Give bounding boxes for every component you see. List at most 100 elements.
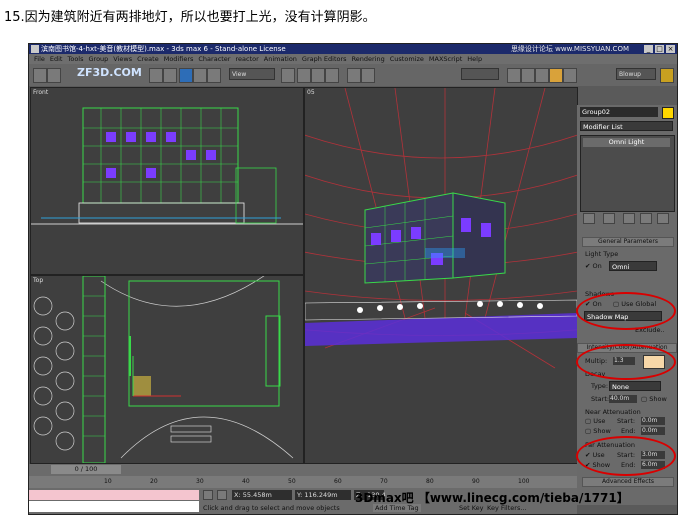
- reference-coord-dropdown[interactable]: View: [229, 68, 275, 80]
- general-parameters-rollout[interactable]: General Parameters: [582, 237, 674, 247]
- track-tick-label: 90: [472, 478, 480, 485]
- lock-icon[interactable]: [203, 490, 213, 500]
- menu-views[interactable]: Views: [113, 54, 132, 64]
- light-on-checkbox[interactable]: ✔ On: [585, 262, 602, 270]
- close-button[interactable]: ×: [666, 45, 675, 53]
- rotate-icon[interactable]: [193, 68, 207, 83]
- near-attenuation-label: Near Attenuation: [585, 408, 641, 416]
- teapot-render-icon[interactable]: [660, 68, 674, 83]
- track-tick-label: 10: [104, 478, 112, 485]
- tutorial-caption: 15.因为建筑附近有两排地灯，所以也要打上光，没有计算阴影。: [4, 10, 376, 25]
- near-end-input[interactable]: 0.0m: [641, 427, 665, 435]
- redo-icon[interactable]: [47, 68, 61, 83]
- absolute-mode-icon[interactable]: [217, 490, 227, 500]
- menu-customize[interactable]: Customize: [390, 54, 424, 64]
- highlight-ring-shadows: [576, 292, 676, 330]
- menu-help[interactable]: Help: [467, 54, 482, 64]
- make-unique-icon[interactable]: [623, 213, 635, 224]
- decay-start-label: Start:: [591, 395, 610, 403]
- light-type-dropdown[interactable]: Omni: [609, 261, 657, 271]
- object-color-swatch[interactable]: [662, 107, 674, 119]
- pin-stack-icon[interactable]: [583, 213, 595, 224]
- select-region-icon[interactable]: [163, 68, 177, 83]
- quick-render-icon[interactable]: [549, 68, 563, 83]
- menu-edit[interactable]: Edit: [50, 54, 63, 64]
- front-view-drawing: [31, 107, 303, 225]
- y-coordinate[interactable]: Y: 116.249m: [295, 490, 351, 500]
- menu-maxscript[interactable]: MAXScript: [429, 54, 462, 64]
- site-watermark: 思缘设计论坛 www.MISSYUAN.COM: [510, 45, 629, 53]
- maximize-button[interactable]: □: [655, 45, 664, 53]
- title-bar: 滨南图书馆-4-hxt-美音(教材模型).max - 3ds max 6 - S…: [29, 44, 677, 54]
- menu-create[interactable]: Create: [137, 54, 159, 64]
- x-label: X:: [234, 491, 241, 499]
- bottom-watermark: 3Dmax吧 【www.linecg.com/tieba/1771】: [355, 491, 629, 505]
- app-icon: [31, 45, 39, 53]
- align-icon[interactable]: [361, 68, 375, 83]
- near-use-checkbox[interactable]: ▢ Use: [585, 417, 605, 425]
- near-start-input[interactable]: 0.0m: [641, 417, 665, 425]
- undo-icon[interactable]: [33, 68, 47, 83]
- scale-icon[interactable]: [207, 68, 221, 83]
- named-selection-dropdown[interactable]: [461, 68, 499, 80]
- material-editor-icon[interactable]: [521, 68, 535, 83]
- viewport-front[interactable]: Front: [30, 87, 304, 275]
- render-type-icon[interactable]: [563, 68, 577, 83]
- highlight-ring-far-attenuation: [576, 436, 676, 476]
- modifier-list-dropdown[interactable]: Modifier List: [580, 121, 673, 131]
- near-end-label: End:: [621, 427, 636, 435]
- track-tick-label: 60: [334, 478, 342, 485]
- curve-editor-icon[interactable]: [507, 68, 521, 83]
- configure-sets-icon[interactable]: [657, 213, 669, 224]
- decay-type-label: Type:: [591, 382, 609, 390]
- track-tick-label: 100: [518, 478, 530, 485]
- menu-group[interactable]: Group: [89, 54, 109, 64]
- move-icon[interactable]: [179, 68, 193, 83]
- track-bar[interactable]: 10 20 30 40 50 60 70 80 90 100: [29, 476, 577, 488]
- advanced-effects-rollout[interactable]: Advanced Effects: [582, 477, 674, 487]
- percent-snap-icon[interactable]: [325, 68, 339, 83]
- time-slider[interactable]: 0 / 100: [51, 465, 121, 474]
- menu-animation[interactable]: Animation: [264, 54, 297, 64]
- render-type-dropdown[interactable]: Blowup: [616, 68, 656, 80]
- remove-modifier-icon[interactable]: [640, 213, 652, 224]
- pivot-icon[interactable]: [281, 68, 295, 83]
- minimize-button[interactable]: _: [644, 45, 653, 53]
- near-show-checkbox[interactable]: ▢ Show: [585, 427, 611, 435]
- maxscript-input[interactable]: [29, 501, 199, 512]
- decay-show-checkbox[interactable]: ▢ Show: [641, 395, 667, 403]
- object-name-field[interactable]: Group02: [580, 107, 658, 117]
- track-tick-label: 80: [426, 478, 434, 485]
- decay-start-input[interactable]: 40.0m: [609, 395, 637, 403]
- stack-item-omni-light[interactable]: Omni Light: [583, 138, 670, 147]
- light-type-label: Light Type: [585, 250, 619, 258]
- maxscript-listener-bar[interactable]: [29, 490, 199, 500]
- menu-file[interactable]: File: [34, 54, 45, 64]
- menu-rendering[interactable]: Rendering: [352, 54, 385, 64]
- zf3d-logo: ZF3D.COM: [77, 66, 142, 79]
- menu-modifiers[interactable]: Modifiers: [164, 54, 194, 64]
- y-label: Y:: [297, 491, 303, 499]
- near-show-label: Show: [593, 427, 611, 435]
- status-prompt: Click and drag to select and move object…: [203, 504, 340, 512]
- menu-tools[interactable]: Tools: [67, 54, 83, 64]
- near-use-label: Use: [593, 417, 606, 425]
- near-start-label: Start:: [617, 417, 636, 425]
- decay-type-dropdown[interactable]: None: [609, 381, 661, 391]
- track-tick-label: 50: [288, 478, 296, 485]
- menu-graph-editors[interactable]: Graph Editors: [302, 54, 347, 64]
- select-icon[interactable]: [149, 68, 163, 83]
- snap-icon[interactable]: [297, 68, 311, 83]
- mirror-icon[interactable]: [347, 68, 361, 83]
- decay-show-label: Show: [649, 395, 667, 403]
- track-tick-label: 30: [196, 478, 204, 485]
- perspective-view-drawing: [305, 88, 577, 369]
- angle-snap-icon[interactable]: [311, 68, 325, 83]
- viewport-top[interactable]: Top: [30, 275, 304, 464]
- menu-character[interactable]: Character: [198, 54, 230, 64]
- viewport-perspective[interactable]: 05: [304, 87, 578, 464]
- show-end-result-icon[interactable]: [603, 213, 615, 224]
- render-scene-icon[interactable]: [535, 68, 549, 83]
- x-coordinate[interactable]: X: 55.458m: [232, 490, 292, 500]
- menu-reactor[interactable]: reactor: [235, 54, 258, 64]
